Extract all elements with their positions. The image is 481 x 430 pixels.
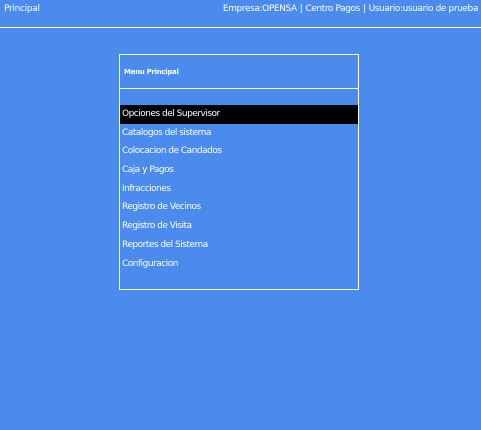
header-divider [0,27,481,28]
top-bar: Principal Empresa:OPENSA | Centro Pagos | Us… [0,0,481,26]
company-label: Empresa:OPENSA [222,4,297,14]
main-menu-panel: Menu Principal Opciones del Supervisor C… [119,54,359,290]
menu-item-visit-registry[interactable]: Registro de Visita [120,217,358,236]
menu-divider [120,88,358,89]
center-label: Centro Pagos [305,4,360,14]
session-info: Empresa:OPENSA | Centro Pagos | Usuario:usua… [223,4,478,14]
menu-item-configuration[interactable]: Configuracion [120,255,358,274]
menu-list: Opciones del Supervisor Catalogos del si… [120,105,358,273]
page-title: Principal [4,4,40,14]
menu-item-system-catalogs[interactable]: Catalogos del sistema [120,124,358,143]
menu-item-cash-payments[interactable]: Caja y Pagos [120,161,358,180]
menu-item-system-reports[interactable]: Reportes del Sistema [120,236,358,255]
separator: | [362,4,366,14]
menu-item-infractions[interactable]: Infracciones [120,180,358,199]
separator: | [299,4,303,14]
menu-item-supervisor-options[interactable]: Opciones del Supervisor [120,105,358,124]
menu-title: Menu Principal [124,68,179,76]
menu-item-resident-registry[interactable]: Registro de Vecinos [120,198,358,217]
user-label: Usuario:usuario de prueba [368,4,479,14]
menu-item-lock-placement[interactable]: Colocacion de Candados [120,142,358,161]
